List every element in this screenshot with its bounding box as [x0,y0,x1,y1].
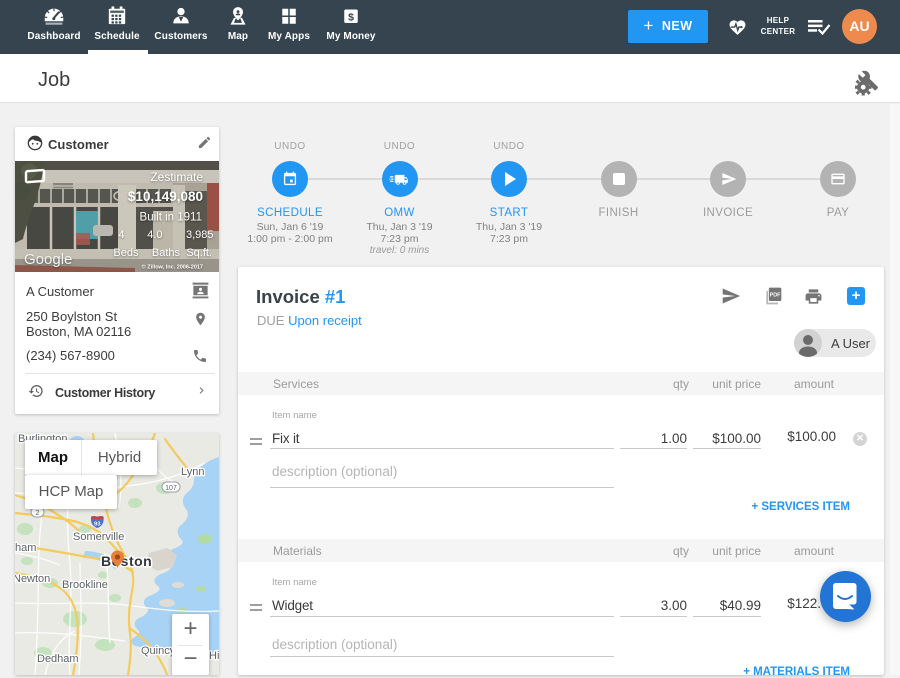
svg-text:$: $ [348,11,354,23]
svg-text:4.0: 4.0 [147,229,162,241]
svg-text:© Zillow, Inc. 2006-2017: © Zillow, Inc. 2006-2017 [142,264,203,271]
svg-text:Brookline: Brookline [62,579,108,591]
svg-text:Newton: Newton [15,573,50,585]
svg-text:Beds: Beds [113,247,139,259]
svg-text:$10,149,080: $10,149,080 [128,189,203,204]
svg-text:Built in 1911: Built in 1911 [140,212,202,224]
svg-text:Zestimate: Zestimate [150,170,203,184]
svg-text:Lynn: Lynn [181,466,204,478]
svg-text:93: 93 [94,521,101,527]
svg-text:Dedham: Dedham [37,653,79,665]
svg-text:Sq.ft.: Sq.ft. [186,247,212,259]
svg-text:ham: ham [15,542,36,554]
svg-text:4: 4 [118,229,124,241]
svg-text:Somerville: Somerville [73,531,124,543]
svg-text:107: 107 [165,485,177,492]
svg-text:3,985: 3,985 [186,229,214,241]
svg-text:PDF: PDF [770,292,782,298]
svg-text:2: 2 [36,510,40,517]
svg-text:Quincy: Quincy [141,645,176,657]
svg-text:Hi: Hi [209,650,219,662]
svg-text:Baths: Baths [152,247,181,259]
svg-text:Boston: Boston [101,553,152,569]
svg-text:Google: Google [24,251,72,268]
